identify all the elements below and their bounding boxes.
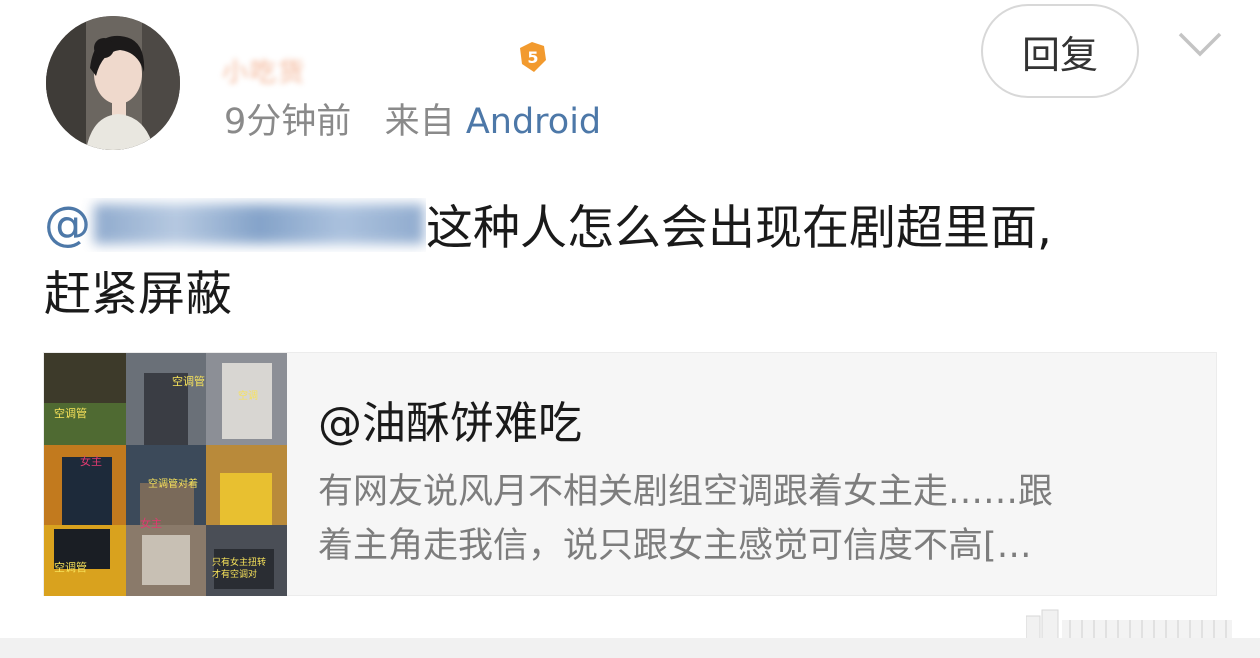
mention-link[interactable]: @ (44, 198, 426, 252)
thumb-label: 空调管 (54, 560, 87, 574)
thumb-label: 女主 (140, 516, 162, 530)
thumb-label: 只有女主扭转 (212, 556, 266, 568)
post-time: 9分钟前 (224, 102, 352, 142)
post-text-line1: 这种人怎么会出现在剧超里面, (426, 201, 1052, 256)
mention-name-blurred (94, 204, 424, 244)
quoted-post-author[interactable]: @油酥饼难吃 (318, 387, 582, 451)
mention-at: @ (44, 198, 91, 252)
reply-button[interactable]: 回复 (981, 4, 1139, 98)
quoted-post-card[interactable]: 空调管 空调管 空调 女主 空调管对着 女主 空调管 只有女主扭转 才有空调对 … (43, 352, 1217, 596)
thumb-label: 女主 (80, 454, 102, 468)
source-device[interactable]: Android (466, 102, 601, 142)
vip-badge-icon: 5 (516, 38, 550, 74)
post-text: @ 这种人怎么会出现在剧超里面, 赶紧屏蔽 (44, 196, 1224, 328)
quoted-post-excerpt-line1: 有网友说风月不相关剧组空调跟着女主走……跟 (318, 472, 1054, 512)
thumb-label: 才有空调对 (212, 568, 257, 580)
thumb-label: 空调管 (172, 374, 205, 388)
avatar-image (46, 16, 180, 150)
quoted-post-thumbnail: 空调管 空调管 空调 女主 空调管对着 女主 空调管 只有女主扭转 才有空调对 (44, 353, 287, 596)
svg-text:5: 5 (527, 48, 538, 67)
post-meta: 9分钟前 来自 Android (224, 98, 601, 146)
chevron-down-icon[interactable] (1176, 26, 1224, 60)
quoted-post-excerpt-line2: 着主角走我信，说只跟女主感觉可信度不高[… (318, 526, 1032, 566)
source-prefix: 来自 (384, 102, 455, 142)
thumb-label: 空调管对着 (148, 477, 198, 490)
username[interactable]: 小吃货 (222, 52, 522, 88)
thumb-label: 空调管 (54, 406, 87, 420)
avatar[interactable] (46, 16, 180, 150)
footer-divider (0, 638, 1260, 658)
quoted-post-excerpt: 有网友说风月不相关剧组空调跟着女主走……跟 着主角走我信，说只跟女主感觉可信度不… (318, 465, 1202, 573)
thumb-label: 空调 (238, 389, 258, 402)
post-text-line2: 赶紧屏蔽 (44, 267, 232, 322)
